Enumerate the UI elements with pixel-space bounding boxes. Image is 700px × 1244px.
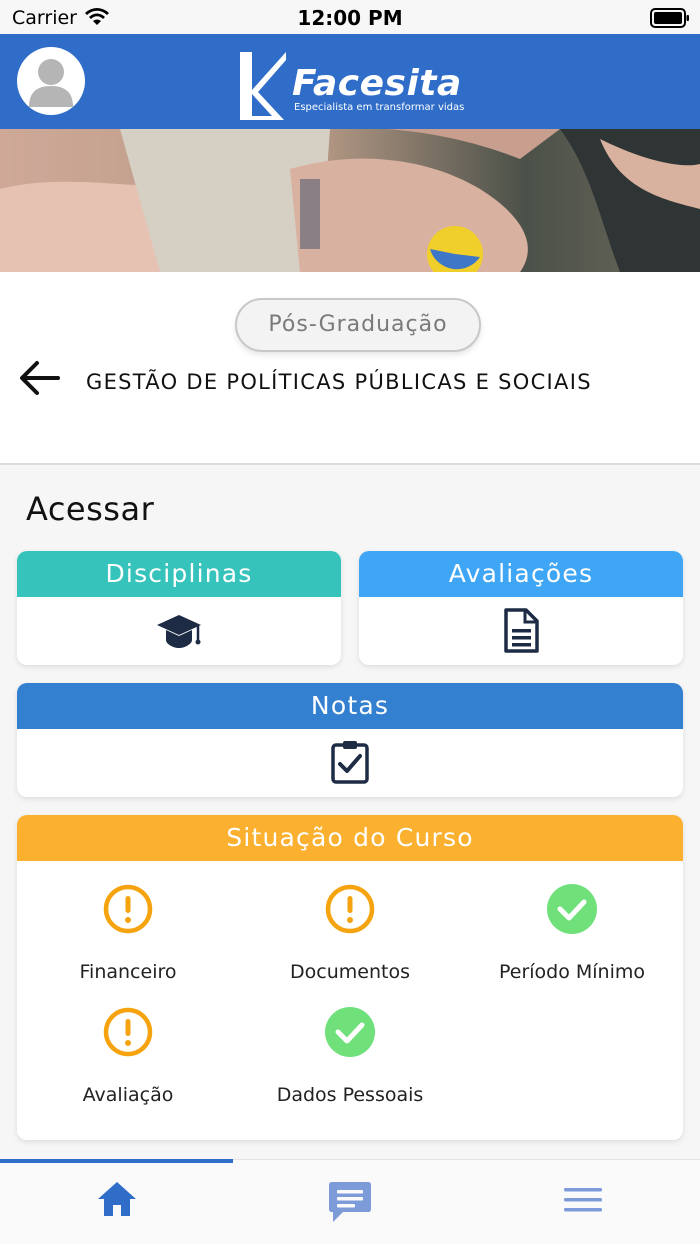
warning-circle-icon: [325, 884, 375, 934]
status-label: Dados Pessoais: [276, 1084, 424, 1106]
battery-icon: [650, 8, 690, 32]
status-periodo-minimo[interactable]: Período Mínimo: [461, 883, 683, 983]
access-section-title: Acessar: [26, 490, 155, 528]
warning-circle-icon: [103, 1007, 153, 1057]
status-bar: Carrier 12:00 PM: [0, 0, 700, 34]
tab-home[interactable]: [0, 1160, 233, 1244]
logo-mark-icon: [240, 52, 286, 120]
disciplinas-card[interactable]: Disciplinas: [17, 551, 341, 665]
arrow-left-icon: [20, 361, 60, 395]
graduation-cap-icon: [157, 615, 201, 648]
brand-name: Facesita: [292, 63, 462, 104]
brand-tagline: Especialista em transformar vidas: [294, 102, 465, 113]
document-icon: [504, 608, 539, 653]
hero-image: [0, 129, 700, 272]
avaliacoes-card-label: Avaliações: [359, 551, 683, 597]
warning-circle-icon: [103, 884, 153, 934]
brand-logo: Facesita Especialista em transformar vid…: [238, 50, 468, 122]
course-header: Pós-Graduação GESTÃO DE POLÍTICAS PÚBLIC…: [0, 272, 700, 465]
course-title: GESTÃO DE POLÍTICAS PÚBLICAS E SOCIAIS: [86, 370, 592, 394]
menu-icon: [563, 1188, 602, 1212]
user-icon: [29, 59, 73, 107]
avaliacoes-card[interactable]: Avaliações: [359, 551, 683, 665]
course-level-badge: Pós-Graduação: [235, 298, 481, 352]
clock: 12:00 PM: [297, 6, 403, 30]
bottom-tab-bar: [0, 1159, 700, 1244]
course-status-card: Situação do Curso Financeiro Documentos: [17, 815, 683, 1140]
avatar[interactable]: [17, 47, 85, 115]
check-circle-icon: [547, 884, 597, 934]
status-label: Documentos: [290, 961, 410, 983]
notas-card[interactable]: Notas: [17, 683, 683, 797]
app-header: Facesita Especialista em transformar vid…: [0, 34, 700, 129]
chat-icon: [328, 1182, 371, 1222]
status-financeiro[interactable]: Financeiro: [17, 883, 239, 983]
notas-card-label: Notas: [17, 683, 683, 729]
disciplinas-card-label: Disciplinas: [17, 551, 341, 597]
tab-messages[interactable]: [233, 1160, 466, 1244]
tab-menu[interactable]: [466, 1160, 699, 1244]
status-avaliacao[interactable]: Avaliação: [17, 1006, 239, 1106]
status-label: Avaliação: [82, 1084, 174, 1106]
status-documentos[interactable]: Documentos: [239, 883, 461, 983]
status-dados-pessoais[interactable]: Dados Pessoais: [239, 1006, 461, 1106]
home-icon: [97, 1182, 136, 1216]
check-circle-icon: [325, 1007, 375, 1057]
course-status-title: Situação do Curso: [17, 815, 683, 861]
status-label: Período Mínimo: [498, 961, 646, 983]
clipboard-check-icon: [331, 741, 369, 784]
status-label: Financeiro: [79, 961, 177, 983]
back-button[interactable]: [18, 356, 62, 400]
